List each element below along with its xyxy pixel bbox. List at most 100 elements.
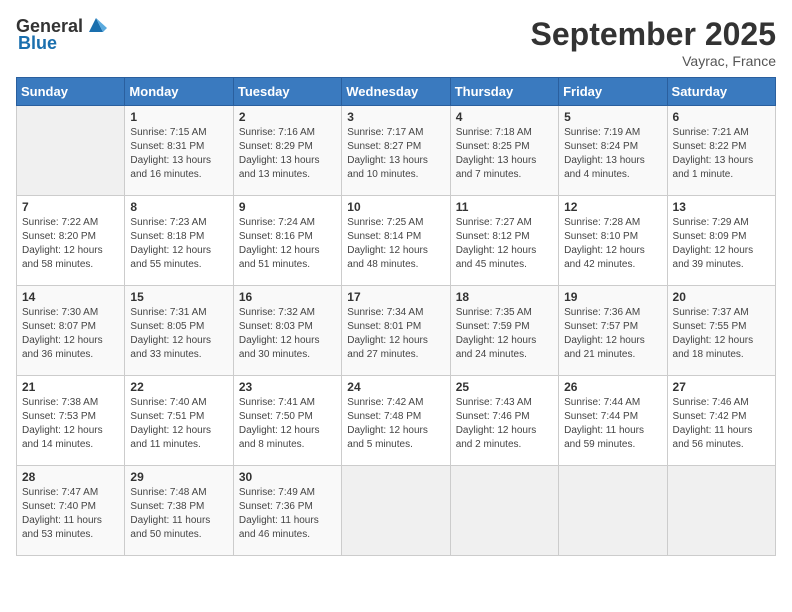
day-info: Sunrise: 7:30 AMSunset: 8:07 PMDaylight:… — [22, 306, 119, 362]
calendar-header-row: SundayMondayTuesdayWednesdayThursdayFrid… — [17, 78, 776, 106]
day-info: Sunrise: 7:48 AMSunset: 7:38 PMDaylight:… — [130, 486, 227, 542]
day-info: Sunrise: 7:44 AMSunset: 7:44 PMDaylight:… — [564, 396, 661, 452]
day-info: Sunrise: 7:16 AMSunset: 8:29 PMDaylight:… — [239, 126, 336, 182]
day-info: Sunrise: 7:22 AMSunset: 8:20 PMDaylight:… — [22, 216, 119, 272]
calendar-week-row: 7 Sunrise: 7:22 AMSunset: 8:20 PMDaylight… — [17, 196, 776, 286]
day-info: Sunrise: 7:18 AMSunset: 8:25 PMDaylight:… — [456, 126, 553, 182]
day-number: 13 — [673, 200, 770, 214]
calendar-cell: 21 Sunrise: 7:38 AMSunset: 7:53 PMDayligh… — [17, 376, 125, 466]
day-info: Sunrise: 7:46 AMSunset: 7:42 PMDaylight:… — [673, 396, 770, 452]
calendar-cell: 9 Sunrise: 7:24 AMSunset: 8:16 PMDaylight… — [233, 196, 341, 286]
calendar-week-row: 21 Sunrise: 7:38 AMSunset: 7:53 PMDayligh… — [17, 376, 776, 466]
day-number: 30 — [239, 470, 336, 484]
day-number: 3 — [347, 110, 444, 124]
calendar-cell: 28 Sunrise: 7:47 AMSunset: 7:40 PMDayligh… — [17, 466, 125, 556]
day-info: Sunrise: 7:25 AMSunset: 8:14 PMDaylight:… — [347, 216, 444, 272]
calendar-cell: 25Sunrise: 7:43 AMSunset: 7:46 PMDayligh… — [450, 376, 558, 466]
calendar-cell: 19 Sunrise: 7:36 AMSunset: 7:57 PMDayligh… — [559, 286, 667, 376]
day-number: 24 — [347, 380, 444, 394]
day-info: Sunrise: 7:37 AMSunset: 7:55 PMDaylight:… — [673, 306, 770, 362]
day-number: 14 — [22, 290, 119, 304]
calendar-cell: 7 Sunrise: 7:22 AMSunset: 8:20 PMDaylight… — [17, 196, 125, 286]
day-info: Sunrise: 7:40 AMSunset: 7:51 PMDaylight:… — [130, 396, 227, 452]
calendar-cell: 17 Sunrise: 7:34 AMSunset: 8:01 PMDayligh… — [342, 286, 450, 376]
day-number: 27 — [673, 380, 770, 394]
calendar-cell: 11 Sunrise: 7:27 AMSunset: 8:12 PMDayligh… — [450, 196, 558, 286]
logo: General Blue — [16, 16, 107, 54]
calendar-cell: 15Sunrise: 7:31 AMSunset: 8:05 PMDayligh… — [125, 286, 233, 376]
day-number: 21 — [22, 380, 119, 394]
calendar-table: SundayMondayTuesdayWednesdayThursdayFrid… — [16, 77, 776, 556]
calendar-cell: 14 Sunrise: 7:30 AMSunset: 8:07 PMDayligh… — [17, 286, 125, 376]
calendar-cell: 5 Sunrise: 7:19 AMSunset: 8:24 PMDaylight… — [559, 106, 667, 196]
calendar-cell: 20 Sunrise: 7:37 AMSunset: 7:55 PMDayligh… — [667, 286, 775, 376]
day-number: 29 — [130, 470, 227, 484]
day-info: Sunrise: 7:15 AMSunset: 8:31 PMDaylight:… — [130, 126, 227, 182]
day-number: 2 — [239, 110, 336, 124]
weekday-header: Wednesday — [342, 78, 450, 106]
day-info: Sunrise: 7:32 AMSunset: 8:03 PMDaylight:… — [239, 306, 336, 362]
calendar-cell — [450, 466, 558, 556]
calendar-cell: 2 Sunrise: 7:16 AMSunset: 8:29 PMDaylight… — [233, 106, 341, 196]
day-number: 5 — [564, 110, 661, 124]
day-info: Sunrise: 7:34 AMSunset: 8:01 PMDaylight:… — [347, 306, 444, 362]
day-number: 9 — [239, 200, 336, 214]
calendar-week-row: 28 Sunrise: 7:47 AMSunset: 7:40 PMDayligh… — [17, 466, 776, 556]
day-info: Sunrise: 7:19 AMSunset: 8:24 PMDaylight:… — [564, 126, 661, 182]
calendar-cell — [667, 466, 775, 556]
day-number: 10 — [347, 200, 444, 214]
logo-blue-text: Blue — [18, 33, 57, 54]
calendar-cell: 23 Sunrise: 7:41 AMSunset: 7:50 PMDayligh… — [233, 376, 341, 466]
calendar-cell: 1 Sunrise: 7:15 AMSunset: 8:31 PMDaylight… — [125, 106, 233, 196]
day-number: 20 — [673, 290, 770, 304]
day-number: 15 — [130, 290, 227, 304]
calendar-cell: 30Sunrise: 7:49 AMSunset: 7:36 PMDayligh… — [233, 466, 341, 556]
day-info: Sunrise: 7:38 AMSunset: 7:53 PMDaylight:… — [22, 396, 119, 452]
day-number: 23 — [239, 380, 336, 394]
calendar-cell — [342, 466, 450, 556]
calendar-week-row: 1 Sunrise: 7:15 AMSunset: 8:31 PMDaylight… — [17, 106, 776, 196]
day-info: Sunrise: 7:35 AMSunset: 7:59 PMDaylight:… — [456, 306, 553, 362]
calendar-cell: 3 Sunrise: 7:17 AMSunset: 8:27 PMDaylight… — [342, 106, 450, 196]
calendar-cell: 12 Sunrise: 7:28 AMSunset: 8:10 PMDayligh… — [559, 196, 667, 286]
day-info: Sunrise: 7:17 AMSunset: 8:27 PMDaylight:… — [347, 126, 444, 182]
day-info: Sunrise: 7:28 AMSunset: 8:10 PMDaylight:… — [564, 216, 661, 272]
calendar-body: 1 Sunrise: 7:15 AMSunset: 8:31 PMDaylight… — [17, 106, 776, 556]
month-title: September 2025 — [531, 16, 776, 53]
day-number: 1 — [130, 110, 227, 124]
calendar-cell: 24 Sunrise: 7:42 AMSunset: 7:48 PMDayligh… — [342, 376, 450, 466]
day-info: Sunrise: 7:23 AMSunset: 8:18 PMDaylight:… — [130, 216, 227, 272]
day-number: 6 — [673, 110, 770, 124]
day-info: Sunrise: 7:27 AMSunset: 8:12 PMDaylight:… — [456, 216, 553, 272]
day-number: 19 — [564, 290, 661, 304]
title-block: September 2025 Vayrac, France — [531, 16, 776, 69]
day-number: 17 — [347, 290, 444, 304]
day-info: Sunrise: 7:47 AMSunset: 7:40 PMDaylight:… — [22, 486, 119, 542]
weekday-header: Sunday — [17, 78, 125, 106]
day-number: 8 — [130, 200, 227, 214]
calendar-cell — [17, 106, 125, 196]
day-number: 4 — [456, 110, 553, 124]
day-number: 28 — [22, 470, 119, 484]
calendar-week-row: 14 Sunrise: 7:30 AMSunset: 8:07 PMDayligh… — [17, 286, 776, 376]
day-info: Sunrise: 7:24 AMSunset: 8:16 PMDaylight:… — [239, 216, 336, 272]
day-number: 12 — [564, 200, 661, 214]
calendar-cell: 16 Sunrise: 7:32 AMSunset: 8:03 PMDayligh… — [233, 286, 341, 376]
day-info: Sunrise: 7:41 AMSunset: 7:50 PMDaylight:… — [239, 396, 336, 452]
calendar-cell: 4 Sunrise: 7:18 AMSunset: 8:25 PMDaylight… — [450, 106, 558, 196]
day-info: Sunrise: 7:42 AMSunset: 7:48 PMDaylight:… — [347, 396, 444, 452]
day-info: Sunrise: 7:29 AMSunset: 8:09 PMDaylight:… — [673, 216, 770, 272]
day-number: 11 — [456, 200, 553, 214]
day-number: 7 — [22, 200, 119, 214]
calendar-cell: 22Sunrise: 7:40 AMSunset: 7:51 PMDayligh… — [125, 376, 233, 466]
day-number: 26 — [564, 380, 661, 394]
weekday-header: Thursday — [450, 78, 558, 106]
day-number: 18 — [456, 290, 553, 304]
weekday-header: Friday — [559, 78, 667, 106]
calendar-cell: 29 Sunrise: 7:48 AMSunset: 7:38 PMDayligh… — [125, 466, 233, 556]
day-number: 16 — [239, 290, 336, 304]
day-info: Sunrise: 7:36 AMSunset: 7:57 PMDaylight:… — [564, 306, 661, 362]
calendar-cell: 8 Sunrise: 7:23 AMSunset: 8:18 PMDaylight… — [125, 196, 233, 286]
calendar-cell: 26 Sunrise: 7:44 AMSunset: 7:44 PMDayligh… — [559, 376, 667, 466]
location-text: Vayrac, France — [531, 53, 776, 69]
